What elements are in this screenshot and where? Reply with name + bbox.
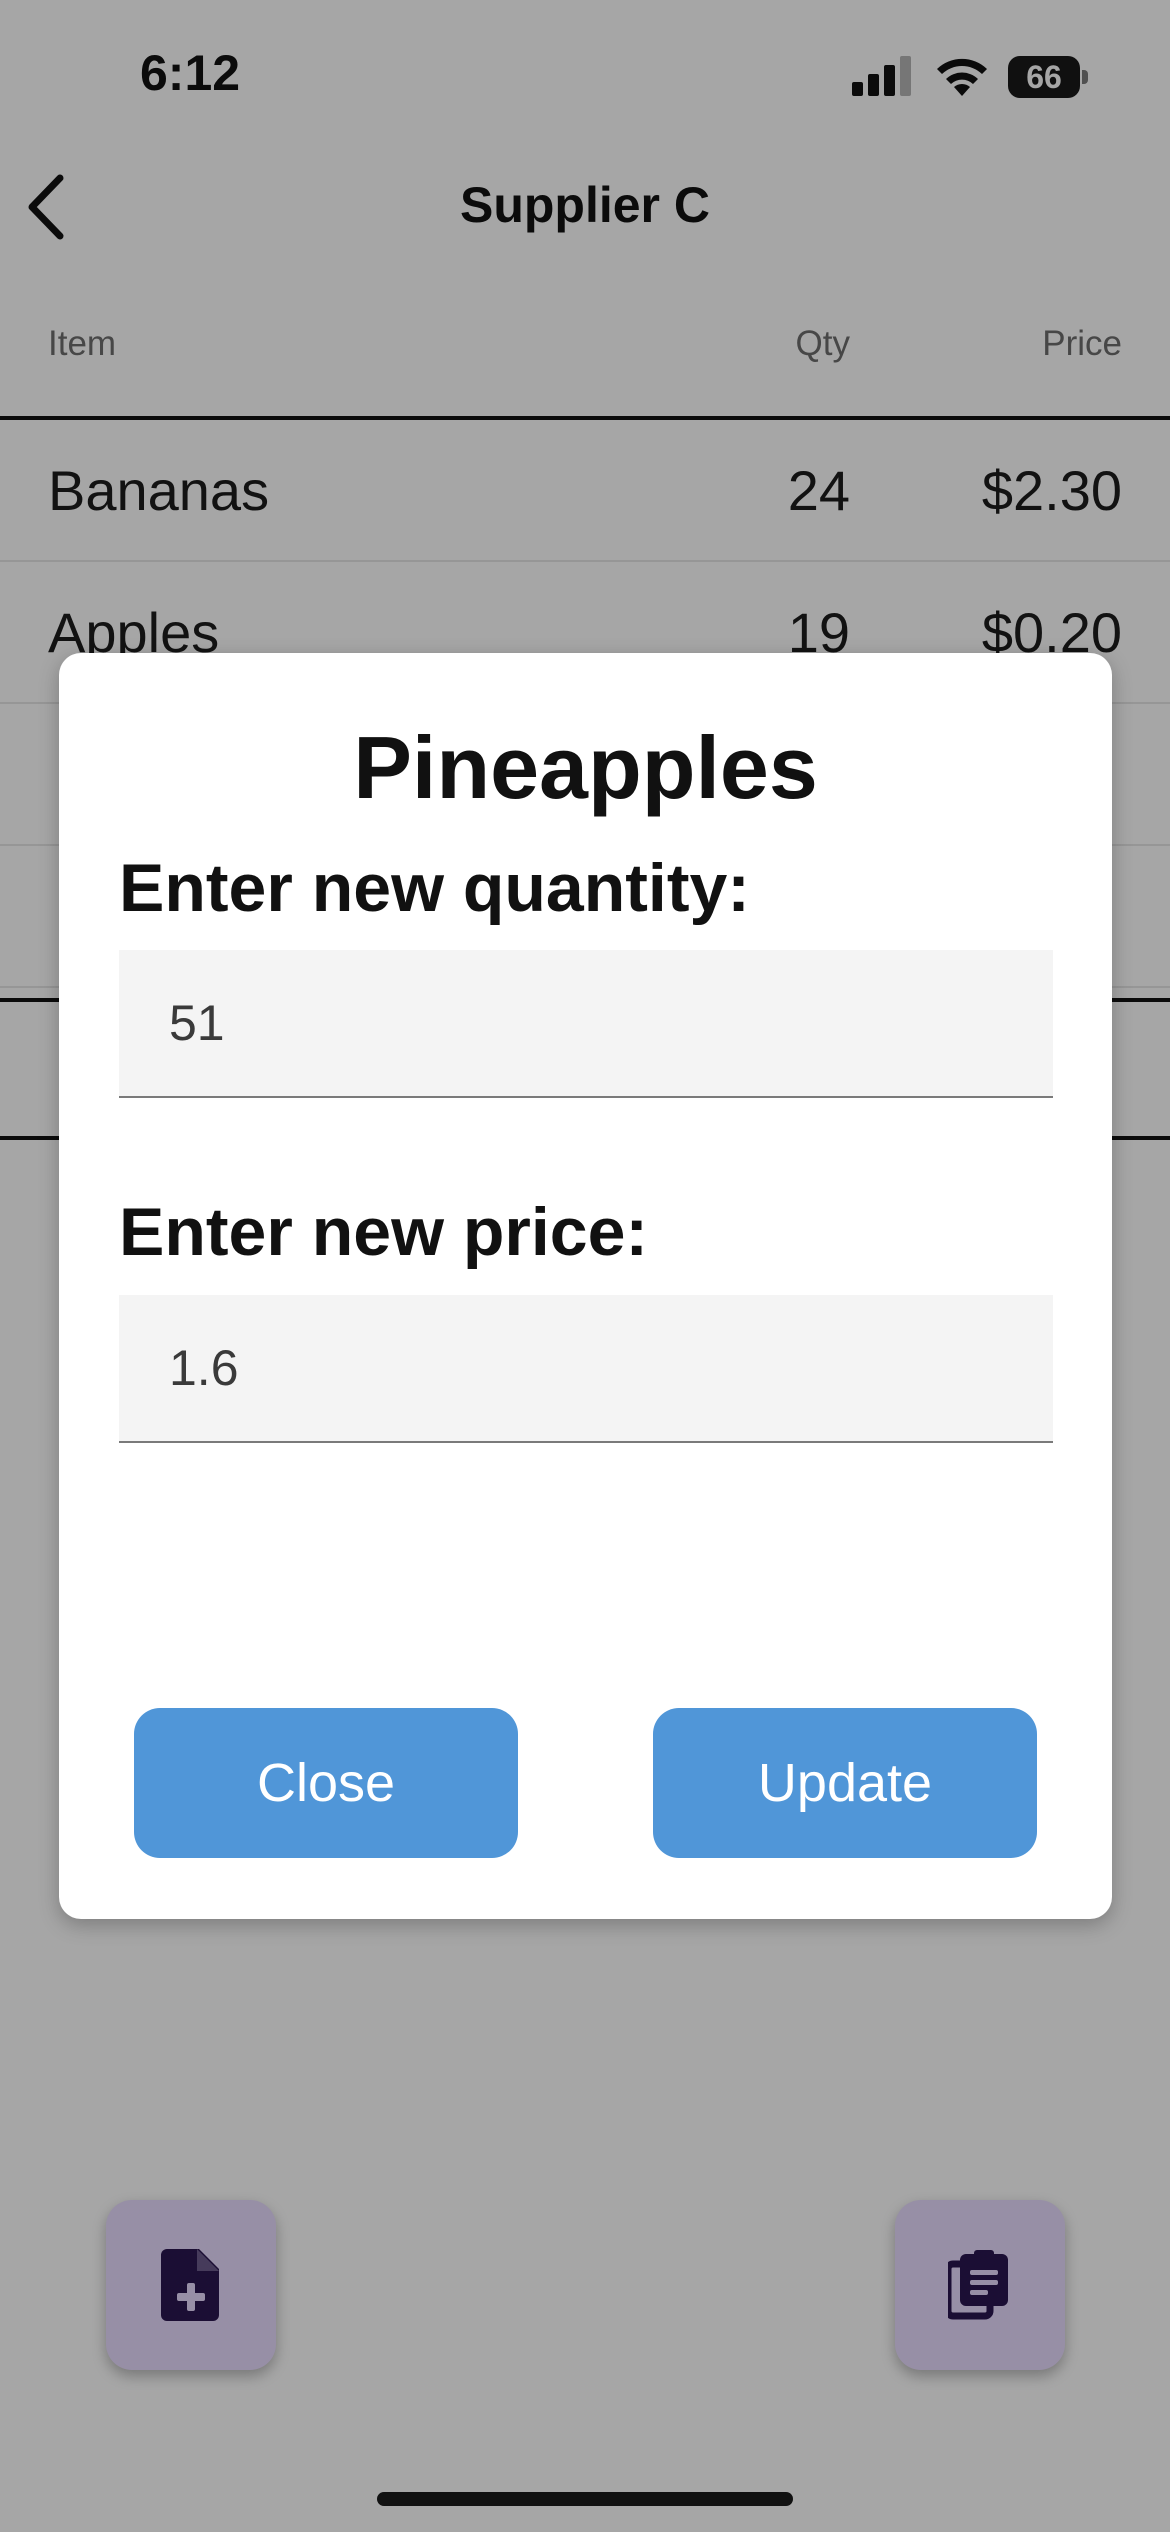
dialog-title: Pineapples [353,718,818,817]
home-indicator[interactable] [377,2492,793,2506]
screen: 6:12 66 Supplier C Item Qty Price Banana… [0,0,1170,2532]
price-input[interactable] [119,1295,1053,1443]
update-button[interactable]: Update [653,1708,1037,1858]
quantity-input[interactable] [119,950,1053,1098]
quantity-label: Enter new quantity: [119,850,750,926]
edit-item-dialog: Pineapples Enter new quantity: Enter new… [59,653,1112,1919]
close-button[interactable]: Close [134,1708,518,1858]
price-label: Enter new price: [119,1194,649,1270]
